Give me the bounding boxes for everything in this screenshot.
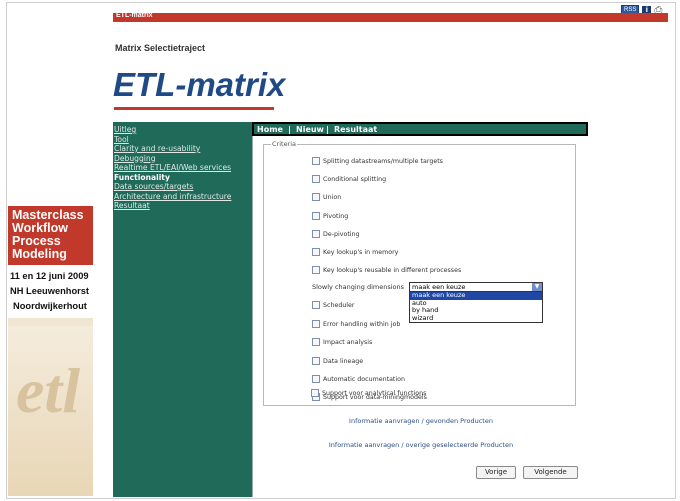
sidebar-item-uitleg[interactable]: Uitleg bbox=[113, 125, 252, 135]
main-panel: Home | Nieuw | Resultaat Criteria Splitt… bbox=[252, 122, 588, 497]
logo-underline bbox=[114, 107, 274, 110]
ad-date-block: 11 en 12 juni 2009 NH Leeuwenhorst Noord… bbox=[8, 265, 93, 318]
criteria-checkbox-row[interactable]: Conditional splitting bbox=[312, 175, 386, 183]
checkbox-label: Key lookup's in memory bbox=[323, 248, 399, 256]
tab-separator: | bbox=[326, 125, 329, 134]
sidebar-item-clarity[interactable]: Clarity and re-usability bbox=[113, 144, 252, 154]
checkbox-label: De-pivoting bbox=[323, 230, 360, 238]
sidebar-item-debugging[interactable]: Debugging bbox=[113, 154, 252, 164]
ad-date: 11 en 12 juni 2009 bbox=[10, 271, 89, 281]
criteria-checkbox-row[interactable]: Key lookup's reusable in different proce… bbox=[312, 266, 461, 274]
content-area: Criteria Splitting datastreams/multiple … bbox=[252, 136, 588, 497]
site-title-bar-label: ETL-matrix bbox=[116, 12, 153, 19]
checkbox-label: Impact analysis bbox=[323, 338, 373, 346]
info-link-found[interactable]: Informatie aanvragen / gevonden Producte… bbox=[253, 417, 589, 425]
checkbox[interactable] bbox=[312, 193, 320, 201]
checkbox-label: Error handling within job bbox=[323, 320, 401, 328]
sidebar-item-architecture[interactable]: Architecture and infrastructure bbox=[113, 192, 252, 202]
criteria-checkbox-row[interactable]: De-pivoting bbox=[312, 230, 360, 238]
criteria-checkbox-row[interactable]: Impact analysis bbox=[312, 338, 372, 346]
checkbox[interactable] bbox=[312, 301, 320, 309]
criteria-legend: Criteria bbox=[271, 140, 298, 148]
page-subtitle: Matrix Selectietraject bbox=[115, 43, 206, 53]
ad-venue: NH Leeuwenhorst bbox=[10, 286, 90, 296]
dropdown-option[interactable]: maak een keuze bbox=[410, 291, 542, 300]
scd-dropdown-list[interactable]: maak een keuze auto by hand wizard bbox=[409, 291, 543, 323]
checkbox[interactable] bbox=[312, 320, 320, 328]
checkbox[interactable] bbox=[312, 266, 320, 274]
masterclass-ad-banner[interactable]: Masterclass Workflow Process Modeling 11… bbox=[8, 206, 93, 496]
criteria-checkbox-row[interactable]: Splitting datastreams/multiple targets bbox=[312, 157, 443, 165]
sidebar-item-realtime[interactable]: Realtime ETL/EAI/Web services bbox=[113, 163, 252, 173]
sidebar-item-data-sources[interactable]: Data sources/targets bbox=[113, 182, 252, 192]
checkbox-label: Conditional splitting bbox=[323, 175, 387, 183]
checkbox[interactable] bbox=[312, 175, 320, 183]
sidebar: Uitleg Tool Clarity and re-usability Deb… bbox=[113, 122, 252, 497]
checkbox[interactable] bbox=[312, 230, 320, 238]
criteria-checkbox-row[interactable]: Scheduler bbox=[312, 301, 355, 309]
checkbox[interactable] bbox=[312, 157, 320, 165]
checkbox[interactable] bbox=[312, 212, 320, 220]
ad-heading: Masterclass Workflow Process Modeling bbox=[8, 206, 93, 265]
scd-label-text: Slowly changing dimensions bbox=[312, 283, 405, 291]
checkbox-label: Pivoting bbox=[323, 212, 349, 220]
checkbox-label: Splitting datastreams/multiple targets bbox=[323, 157, 443, 165]
sidebar-item-functionality[interactable]: Functionality bbox=[113, 173, 252, 183]
criteria-checkbox-row[interactable]: Pivoting bbox=[312, 212, 348, 220]
ad-logo-text: etl bbox=[16, 355, 80, 426]
ad-city: Noordwijkerhout bbox=[13, 301, 87, 311]
checkbox-label: Automatic documentation bbox=[323, 375, 405, 383]
scd-label: Slowly changing dimensions bbox=[312, 283, 404, 291]
criteria-fieldset: Criteria Splitting datastreams/multiple … bbox=[263, 140, 576, 406]
criteria-checkbox-row[interactable]: Error handling within job bbox=[312, 320, 400, 328]
tab-resultaat[interactable]: Resultaat bbox=[334, 124, 377, 135]
dropdown-option[interactable]: wizard bbox=[410, 314, 542, 323]
checkbox-label: Key lookup's reusable in different proce… bbox=[323, 266, 462, 274]
ad-logo-art: etl bbox=[8, 326, 93, 496]
sidebar-list: Uitleg Tool Clarity and re-usability Deb… bbox=[113, 122, 252, 211]
tab-separator: | bbox=[288, 125, 291, 134]
tab-bar: Home | Nieuw | Resultaat bbox=[252, 122, 588, 136]
criteria-checkbox-row[interactable]: Data lineage bbox=[312, 357, 363, 365]
tab-home[interactable]: Home bbox=[257, 124, 283, 135]
criteria-checkbox-row[interactable]: Key lookup's in memory bbox=[312, 248, 398, 256]
checkbox[interactable] bbox=[312, 338, 320, 346]
criteria-checkbox-row[interactable]: Automatic documentation bbox=[312, 375, 405, 383]
prev-button[interactable]: Vorige bbox=[476, 466, 516, 479]
checkbox-label: Scheduler bbox=[323, 301, 355, 309]
checkbox-label: Support voor analytical functions bbox=[322, 389, 427, 397]
scd-selected-value: maak een keuze bbox=[412, 283, 466, 291]
sidebar-item-tool[interactable]: Tool bbox=[113, 135, 252, 145]
checkbox[interactable] bbox=[312, 248, 320, 256]
criteria-checkbox-row[interactable]: Union bbox=[312, 193, 341, 201]
ad-line-4: Modeling bbox=[12, 247, 67, 261]
criteria-checkbox-row[interactable]: Support voor analytical functions bbox=[311, 389, 426, 397]
site-logo[interactable]: ETL-matrix bbox=[113, 66, 285, 104]
sidebar-item-resultaat[interactable]: Resultaat bbox=[113, 201, 252, 211]
next-button[interactable]: Volgende bbox=[523, 466, 578, 479]
info-link-other[interactable]: Informatie aanvragen / overige geselecte… bbox=[253, 441, 589, 449]
checkbox-label: Union bbox=[323, 193, 342, 201]
site-title-bar: ETL-matrix bbox=[113, 12, 668, 22]
checkbox[interactable] bbox=[311, 389, 319, 397]
chevron-down-icon[interactable]: ▼ bbox=[532, 283, 542, 291]
checkbox[interactable] bbox=[312, 375, 320, 383]
checkbox-label: Data lineage bbox=[323, 357, 364, 365]
checkbox[interactable] bbox=[312, 357, 320, 365]
tab-nieuw[interactable]: Nieuw bbox=[296, 124, 324, 135]
